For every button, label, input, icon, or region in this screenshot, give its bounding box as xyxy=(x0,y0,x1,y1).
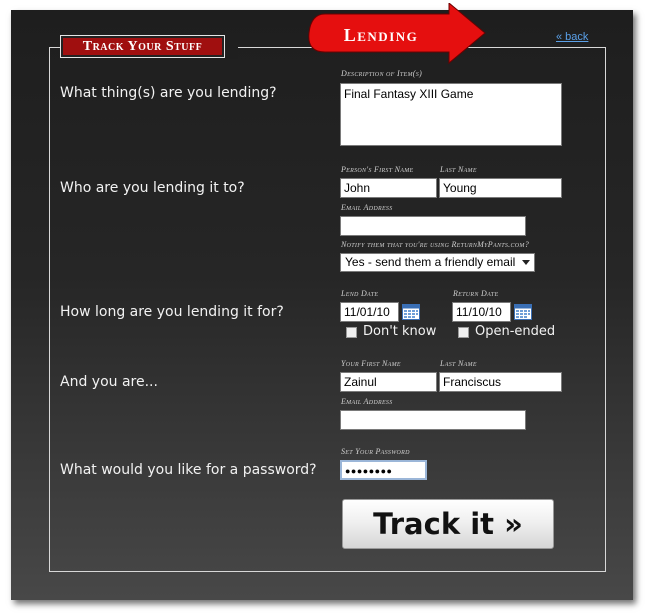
track-your-stuff-badge: Track Your Stuff xyxy=(60,35,225,58)
borrower-email-input[interactable] xyxy=(340,216,526,236)
borrower-first-name-input[interactable]: John xyxy=(340,178,437,198)
description-label: Description of Item(s) xyxy=(341,69,423,78)
question-borrower: Who are you lending it to? xyxy=(60,180,245,196)
return-date-input[interactable]: 11/10/10 xyxy=(452,302,511,322)
your-first-name-label: Your First Name xyxy=(341,359,401,368)
borrower-email-label: Email Address xyxy=(341,203,393,212)
your-first-name-input[interactable]: Zainul xyxy=(340,372,437,392)
lend-date-input[interactable]: 11/01/10 xyxy=(340,302,399,322)
track-it-button[interactable]: Track it » xyxy=(342,499,554,549)
lend-date-label: Lend Date xyxy=(341,289,379,298)
borrower-last-name-label: Last Name xyxy=(440,165,477,174)
borrower-first-name-label: Person's First Name xyxy=(341,165,414,174)
description-textarea[interactable]: Final Fantasy XIII Game xyxy=(340,83,562,146)
lending-title: Lending xyxy=(343,25,419,45)
question-password: What would you like for a password? xyxy=(60,462,317,478)
your-email-label: Email Address xyxy=(341,397,393,406)
notify-select-value: Yes - send them a friendly email xyxy=(345,255,516,269)
question-you: And you are... xyxy=(60,374,158,390)
password-input[interactable]: ●●●●●●●● xyxy=(340,460,427,480)
chevron-down-icon xyxy=(522,260,530,265)
calendar-icon[interactable] xyxy=(514,304,532,320)
back-link[interactable]: « back xyxy=(556,31,588,43)
dont-know-checkbox[interactable] xyxy=(346,327,357,338)
borrower-last-name-input[interactable]: Young xyxy=(439,178,562,198)
question-duration: How long are you lending it for? xyxy=(60,304,284,320)
calendar-icon[interactable] xyxy=(402,304,420,320)
your-last-name-input[interactable]: Franciscus xyxy=(439,372,562,392)
open-ended-checkbox[interactable] xyxy=(458,327,469,338)
open-ended-label: Open-ended xyxy=(475,324,556,339)
notify-select[interactable]: Yes - send them a friendly email xyxy=(340,253,535,272)
return-date-label: Return Date xyxy=(453,289,499,298)
your-email-input[interactable] xyxy=(340,410,526,430)
dont-know-label: Don't know xyxy=(363,324,437,339)
password-label: Set Your Password xyxy=(341,447,410,456)
question-item: What thing(s) are you lending? xyxy=(60,85,277,101)
notify-label: Notify them that you're using ReturnMyPa… xyxy=(341,240,530,249)
your-last-name-label: Last Name xyxy=(440,359,477,368)
